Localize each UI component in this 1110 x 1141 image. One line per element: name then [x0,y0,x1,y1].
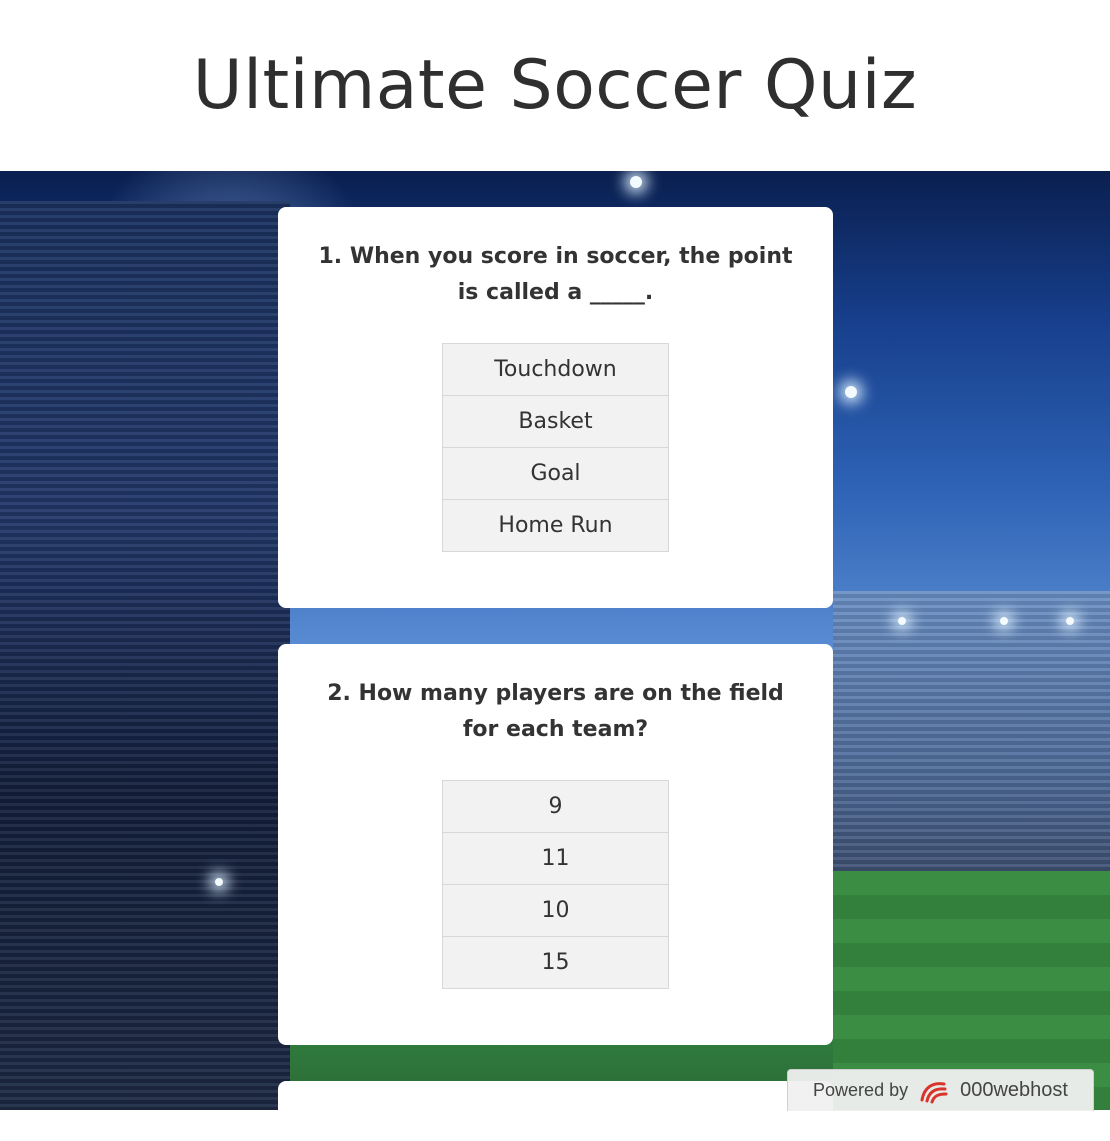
answer-option[interactable]: Goal [443,447,668,499]
flood-light-icon [1066,617,1074,625]
answer-option[interactable]: 10 [443,884,668,936]
answer-option[interactable]: 9 [443,781,668,832]
question-text: 2. How many players are on the field for… [327,681,784,742]
star-light-icon [630,176,642,188]
powered-by-label: Powered by [813,1080,909,1100]
000webhost-logo-icon [918,1078,950,1104]
page-header: Ultimate Soccer Quiz [0,0,1110,171]
answer-option[interactable]: Home Run [443,499,668,551]
question-text: 1. When you score in soccer, the point i… [318,244,793,305]
answer-options: Touchdown Basket Goal Home Run [442,343,669,552]
stadium-stand-right [833,591,1110,891]
flood-light-icon [898,617,906,625]
answer-option[interactable]: Basket [443,395,668,447]
question-card-2: 2. How many players are on the field for… [278,644,833,1045]
powered-by-badge[interactable]: Powered by 000webhost [787,1069,1094,1111]
brand-name: 000webhost [960,1079,1068,1101]
question-card-1: 1. When you score in soccer, the point i… [278,207,833,608]
flood-light-icon [215,878,223,886]
question-card-3 [278,1081,833,1141]
page-title: Ultimate Soccer Quiz [192,46,918,125]
answer-option[interactable]: 11 [443,832,668,884]
answer-option[interactable]: 15 [443,936,668,988]
answer-option[interactable]: Touchdown [443,344,668,395]
answer-options: 9 11 10 15 [442,780,669,989]
star-light-icon [845,386,857,398]
flood-light-icon [1000,617,1008,625]
stadium-stand-left [0,201,290,1110]
